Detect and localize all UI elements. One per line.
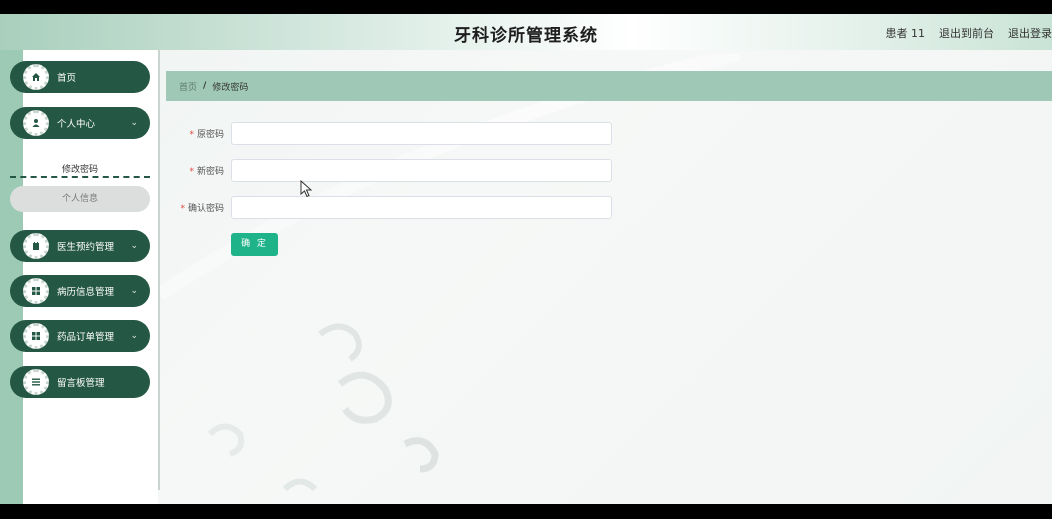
sidebar-item-home[interactable]: 首页 xyxy=(10,61,150,93)
app-window: 牙科诊所管理系统 患者 11 退出到前台 退出登录 首页 个人中心 ⌄ 修改密码… xyxy=(0,14,1052,504)
sidebar: 首页 个人中心 ⌄ 修改密码 个人信息 医生预约管理 ⌄ 病历信息管理 ⌄ 药品… xyxy=(0,50,158,504)
grid-icon xyxy=(23,323,49,349)
grid-icon xyxy=(23,278,49,304)
background-decoration xyxy=(207,323,439,492)
new-password-row: * 新密码 xyxy=(170,159,612,182)
sidebar-item-label: 首页 xyxy=(57,73,77,84)
sidebar-item-label: 个人中心 xyxy=(57,119,96,130)
home-icon xyxy=(23,64,49,90)
logout-link[interactable]: 退出登录 xyxy=(1008,25,1052,41)
breadcrumb-current: 修改密码 xyxy=(212,82,249,93)
chevron-down-icon: ⌄ xyxy=(130,118,138,128)
chevron-down-icon: ⌄ xyxy=(130,331,138,341)
top-header: 牙科诊所管理系统 患者 11 退出到前台 退出登录 xyxy=(0,14,1052,50)
exit-to-frontend-link[interactable]: 退出到前台 xyxy=(939,25,994,41)
old-password-input[interactable] xyxy=(231,122,612,145)
old-password-row: * 原密码 xyxy=(170,122,612,145)
chevron-down-icon: ⌄ xyxy=(130,286,138,296)
mouse-cursor-icon xyxy=(300,180,313,198)
sidebar-item-doctor-appointment[interactable]: 医生预约管理 ⌄ xyxy=(10,230,150,262)
sidebar-item-label: 留言板管理 xyxy=(57,378,105,389)
confirm-button[interactable]: 确 定 xyxy=(231,233,278,256)
user-label: 患者 11 xyxy=(885,27,926,40)
header-actions: 患者 11 退出到前台 退出登录 xyxy=(886,25,1052,41)
confirm-password-row: * 确认密码 xyxy=(170,196,612,219)
sidebar-item-label: 医生预约管理 xyxy=(57,242,115,253)
sidebar-item-label: 病历信息管理 xyxy=(57,287,115,298)
new-password-input[interactable] xyxy=(231,159,612,182)
confirm-password-label: * 确认密码 xyxy=(180,204,224,214)
submenu-item-change-password[interactable]: 修改密码 xyxy=(10,160,150,178)
sidebar-item-message-board[interactable]: 留言板管理 xyxy=(10,366,150,398)
submenu-item-personal-info[interactable]: 个人信息 xyxy=(10,186,150,212)
chevron-down-icon: ⌄ xyxy=(130,241,138,251)
sidebar-item-medical-records[interactable]: 病历信息管理 ⌄ xyxy=(10,275,150,307)
new-password-label: * 新密码 xyxy=(189,167,224,177)
old-password-label: * 原密码 xyxy=(189,130,224,140)
breadcrumb: 首页 / 修改密码 xyxy=(166,71,1052,101)
sidebar-item-personal-center[interactable]: 个人中心 ⌄ xyxy=(10,107,150,139)
breadcrumb-separator: / xyxy=(203,81,207,91)
sidebar-item-drug-orders[interactable]: 药品订单管理 ⌄ xyxy=(10,320,150,352)
sidebar-item-label: 药品订单管理 xyxy=(57,332,115,343)
breadcrumb-home[interactable]: 首页 xyxy=(179,80,197,93)
confirm-password-input[interactable] xyxy=(231,196,612,219)
user-icon xyxy=(23,110,49,136)
calendar-icon xyxy=(23,233,49,259)
sidebar-divider xyxy=(158,50,160,490)
list-icon xyxy=(23,369,49,395)
